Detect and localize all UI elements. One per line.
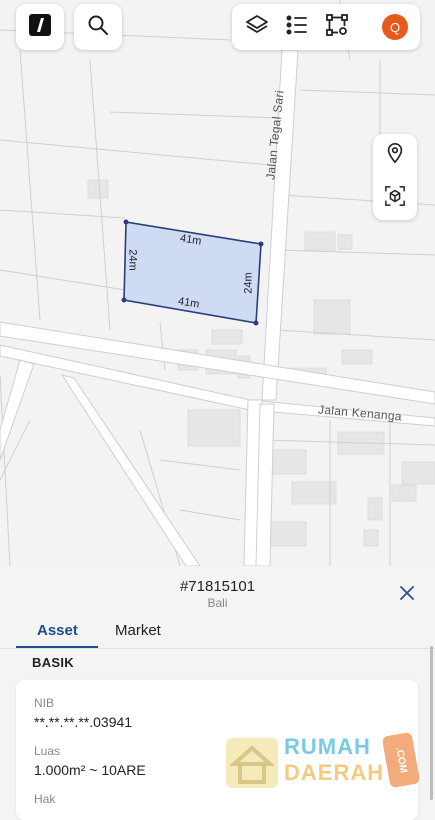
section-title: BASIK <box>32 655 74 670</box>
tab-market[interactable]: Market <box>115 622 161 639</box>
sheet-scrollbar[interactable] <box>430 646 433 800</box>
field-value-luas: 1.000m² ~ 10ARE <box>34 762 146 778</box>
field-label-nib: NIB <box>34 696 55 710</box>
parcel-id: #71815101 <box>179 578 256 595</box>
avatar: Q <box>382 14 408 40</box>
watermark-suffix: .COM <box>393 746 409 774</box>
parcel-region: Bali <box>207 596 228 610</box>
profile-button[interactable]: Q <box>380 12 410 42</box>
search-button[interactable] <box>74 4 122 50</box>
active-tab-indicator <box>16 646 98 648</box>
field-label-hak: Hak <box>34 792 56 806</box>
house-icon <box>226 738 278 788</box>
watermark-suffix-badge: .COM <box>381 731 421 789</box>
watermark-logo: RUMAH DAERAH .COM <box>226 731 426 792</box>
3d-view-button[interactable] <box>384 177 406 220</box>
tab-asset[interactable]: Asset <box>37 622 78 639</box>
polygon-edit-button[interactable] <box>322 12 352 42</box>
field-value-nib: **.**.**.**.03941 <box>34 714 133 730</box>
3d-view-icon <box>384 185 406 212</box>
watermark-line2: DAERAH <box>284 760 385 785</box>
layers-button[interactable] <box>242 12 272 42</box>
watermark-line1: RUMAH <box>284 734 371 759</box>
parcel-right-length: 24m <box>242 272 255 294</box>
close-button[interactable] <box>397 583 417 603</box>
map-view[interactable]: Jalan Tegal Sari Jalan Kenanga 41m 41m 2… <box>0 0 435 566</box>
field-label-luas: Luas <box>34 744 61 758</box>
polygon-edit-icon <box>325 13 349 42</box>
my-location-button[interactable] <box>384 134 406 177</box>
parcel-left-length: 24m <box>126 249 139 271</box>
logo-button[interactable] <box>16 4 64 50</box>
legend-list-icon <box>285 13 309 42</box>
tab-divider <box>0 648 435 649</box>
logo-icon <box>28 13 52 42</box>
layers-icon <box>245 13 269 42</box>
map-canvas <box>0 0 435 566</box>
search-icon <box>87 14 109 41</box>
map-side-controls <box>373 134 417 220</box>
close-icon <box>397 586 417 607</box>
legend-button[interactable] <box>282 12 312 42</box>
location-pin-icon <box>384 142 406 169</box>
map-toolbar: Q <box>232 4 420 50</box>
